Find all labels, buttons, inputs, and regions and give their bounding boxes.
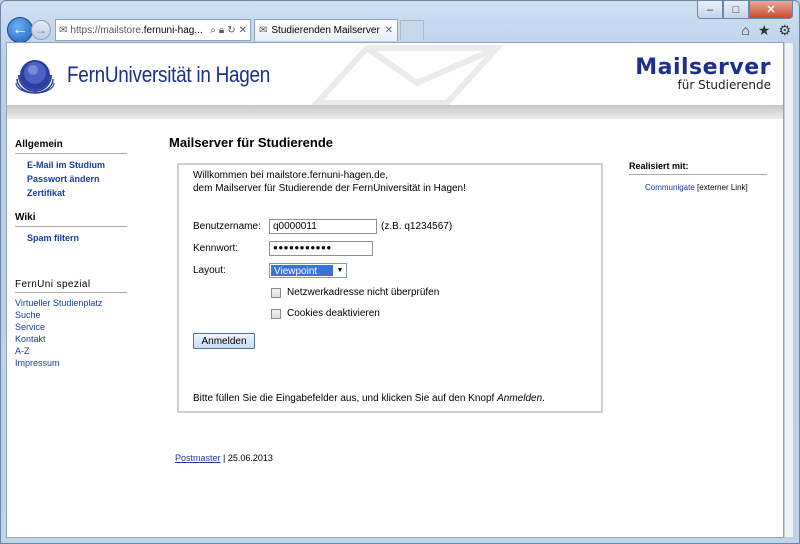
page-title: Mailserver für Studierende	[169, 135, 333, 150]
site-header: FernUniversität in Hagen Mailserver für …	[7, 43, 783, 105]
tab-close-icon[interactable]: ✕	[385, 25, 393, 36]
home-icon[interactable]: ⌂	[741, 22, 749, 39]
username-hint: (z.B. q1234567)	[381, 221, 453, 232]
username-label: Benutzername:	[193, 221, 261, 232]
instruction-text: Bitte füllen Sie die Eingabefelder aus, …	[193, 393, 545, 404]
address-url[interactable]: https://mailstore.fernuni-hag...	[70, 25, 207, 36]
communigate-link[interactable]: Communigate	[645, 183, 695, 192]
page-footer: Postmaster | 25.06.2013	[175, 453, 273, 463]
back-button[interactable]: ←	[7, 17, 33, 43]
nav-link-passwort-aendern[interactable]: Passwort ändern	[15, 172, 127, 186]
username-input[interactable]: q0000011	[269, 219, 377, 234]
layout-selected-value: Viewpoint	[271, 265, 333, 277]
check-network-row[interactable]: Netzwerkadresse nicht überprüfen	[271, 287, 439, 298]
instruction-main: Bitte füllen Sie die Eingabefelder aus, …	[193, 393, 495, 404]
chevron-down-icon: ▼	[336, 267, 344, 274]
right-column: Realisiert mit: Communigate [externer Li…	[629, 161, 767, 192]
instruction-emphasis: Anmelden	[497, 393, 543, 404]
external-link-note: [externer Link]	[697, 183, 748, 192]
password-input[interactable]: ●●●●●●●●●●●	[269, 241, 373, 256]
login-form: Willkommen bei mailstore.fernuni-hagen.d…	[177, 163, 603, 413]
url-domain: fernuni-hag...	[143, 24, 203, 36]
nav-link-a-z[interactable]: A-Z	[15, 345, 127, 357]
toolbar-icons: ⌂ ★ ⚙	[741, 22, 793, 39]
nav-link-impressum[interactable]: Impressum	[15, 357, 127, 369]
check-network-label: Netzwerkadresse nicht überprüfen	[287, 287, 440, 298]
navigation-bar: ← → ✉ https://mailstore.fernuni-hag... ⌕…	[7, 17, 793, 43]
realized-with-title: Realisiert mit:	[629, 161, 767, 175]
check-cookies-checkbox[interactable]	[271, 308, 281, 319]
layout-label: Layout:	[193, 265, 226, 276]
check-network-checkbox[interactable]	[271, 287, 281, 298]
site-title: Mailserver	[635, 55, 771, 80]
search-icon[interactable]: ⌕	[210, 25, 216, 36]
footer-date: | 25.06.2013	[223, 453, 273, 463]
nav-section-title: Wiki	[15, 212, 127, 227]
tab-studierenden-mailserver[interactable]: ✉ Studierenden Mailserver - F... ✕	[254, 19, 398, 41]
postmaster-link[interactable]: Postmaster	[175, 453, 221, 463]
left-navigation: Allgemein E-Mail im Studium Passwort änd…	[15, 139, 127, 369]
nav-link-suche[interactable]: Suche	[15, 309, 127, 321]
lock-icon[interactable]: 🔒︎	[219, 25, 224, 36]
nav-link-zertifikat[interactable]: Zertifikat	[15, 186, 127, 200]
logo-text: FernUniversität in Hagen	[67, 62, 271, 87]
welcome-text: Willkommen bei mailstore.fernuni-hagen.d…	[193, 169, 466, 195]
mail-icon: ✉	[259, 25, 268, 36]
login-button[interactable]: Anmelden	[193, 333, 255, 349]
nav-link-virtueller-studienplatz[interactable]: Virtueller Studienplatz	[15, 297, 127, 309]
page-viewport: FernUniversität in Hagen Mailserver für …	[6, 42, 784, 538]
tab-title: Studierenden Mailserver - F...	[271, 25, 380, 36]
instruction-end: .	[542, 393, 545, 404]
vertical-scrollbar[interactable]	[784, 42, 794, 538]
header-band	[7, 105, 783, 119]
nav-link-email-studium[interactable]: E-Mail im Studium	[15, 158, 127, 172]
fernuni-logo[interactable]: FernUniversität in Hagen	[15, 55, 303, 95]
password-label: Kennwort:	[193, 243, 239, 254]
mail-icon: ✉	[59, 24, 68, 36]
stop-icon[interactable]: ✕	[239, 25, 247, 36]
nav-link-service[interactable]: Service	[15, 321, 127, 333]
envelope-watermark-icon	[311, 45, 504, 105]
url-prefix: https://mailstore.	[70, 24, 144, 36]
nav-section-fernuni-spezial: FernUni spezial Virtueller Studienplatz …	[15, 279, 127, 369]
nav-link-spam-filtern[interactable]: Spam filtern	[15, 231, 127, 245]
check-cookies-row[interactable]: Cookies deaktivieren	[271, 308, 380, 319]
address-bar[interactable]: ✉ https://mailstore.fernuni-hag... ⌕ 🔒︎ …	[55, 19, 251, 41]
fernuni-globe-icon	[15, 60, 55, 94]
nav-section-title: FernUni spezial	[15, 279, 127, 293]
nav-section-allgemein: Allgemein E-Mail im Studium Passwort änd…	[15, 139, 127, 200]
check-cookies-label: Cookies deaktivieren	[287, 308, 380, 319]
refresh-icon[interactable]: ↻	[227, 25, 235, 36]
layout-select[interactable]: Viewpoint ▼	[269, 263, 347, 278]
nav-link-kontakt[interactable]: Kontakt	[15, 333, 127, 345]
gear-icon[interactable]: ⚙	[778, 22, 791, 39]
welcome-line-2: dem Mailserver für Studierende der FernU…	[193, 183, 466, 194]
nav-section-title: Allgemein	[15, 139, 127, 154]
nav-section-wiki: Wiki Spam filtern	[15, 212, 127, 245]
communigate-line: Communigate [externer Link]	[629, 183, 767, 192]
mailserver-title: Mailserver für Studierende	[635, 55, 771, 92]
favorites-star-icon[interactable]: ★	[758, 22, 771, 39]
welcome-line-1: Willkommen bei mailstore.fernuni-hagen.d…	[193, 170, 389, 181]
forward-button[interactable]: →	[31, 20, 51, 40]
new-tab-button[interactable]	[400, 20, 424, 40]
site-subtitle: für Studierende	[677, 78, 772, 92]
